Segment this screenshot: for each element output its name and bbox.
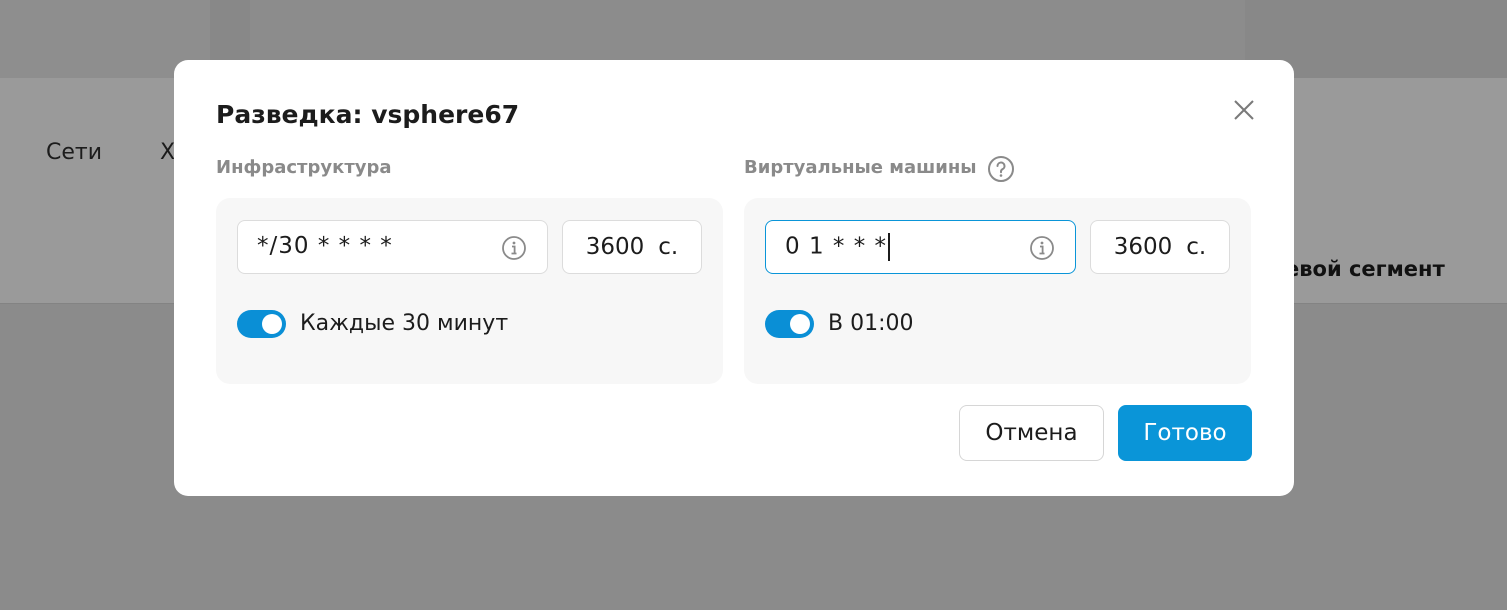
vms-timeout-value: 3600 xyxy=(1113,234,1173,260)
vms-label: Виртуальные машины xyxy=(744,157,977,178)
done-button[interactable]: Готово xyxy=(1118,405,1252,461)
infrastructure-schedule-label: Каждые 30 минут xyxy=(300,311,509,336)
infrastructure-timeout-value: 3600 xyxy=(585,234,645,260)
close-icon xyxy=(1234,100,1254,120)
background-column-header: евой сегмент xyxy=(1285,257,1445,281)
dialog-title: Разведка: vsphere67 xyxy=(216,100,520,129)
infrastructure-panel: */30 * * * * 3600 с. Каждые 30 минут xyxy=(216,198,723,384)
close-button[interactable] xyxy=(1230,96,1258,124)
background-tab-partial: Х xyxy=(160,140,176,165)
infrastructure-timeout-unit: с. xyxy=(658,234,679,260)
infrastructure-cron-input[interactable]: */30 * * * * xyxy=(237,220,548,274)
vms-cron-value: 0 1 * * * xyxy=(785,233,888,260)
infrastructure-label: Инфраструктура xyxy=(216,157,392,178)
cancel-button[interactable]: Отмена xyxy=(959,405,1104,461)
help-icon[interactable] xyxy=(987,155,1015,183)
vms-cron-input[interactable]: 0 1 * * * xyxy=(765,220,1076,274)
background-tab-networks: Сети xyxy=(46,140,103,165)
info-icon[interactable] xyxy=(1029,235,1055,261)
vms-toggle[interactable] xyxy=(765,310,814,338)
toggle-knob xyxy=(790,314,810,334)
infrastructure-cron-value: */30 * * * * xyxy=(257,233,393,259)
vms-panel: 0 1 * * * 3600 с. В 01:00 xyxy=(744,198,1251,384)
vms-schedule-label: В 01:00 xyxy=(828,311,914,336)
text-caret xyxy=(888,233,891,261)
vms-timeout-input[interactable]: 3600 с. xyxy=(1090,220,1230,274)
infrastructure-timeout-input[interactable]: 3600 с. xyxy=(562,220,702,274)
discovery-dialog: Разведка: vsphere67 Инфраструктура Вирту… xyxy=(174,60,1294,496)
infrastructure-toggle[interactable] xyxy=(237,310,286,338)
info-icon[interactable] xyxy=(501,235,527,261)
vms-timeout-unit: с. xyxy=(1186,234,1207,260)
toggle-knob xyxy=(262,314,282,334)
